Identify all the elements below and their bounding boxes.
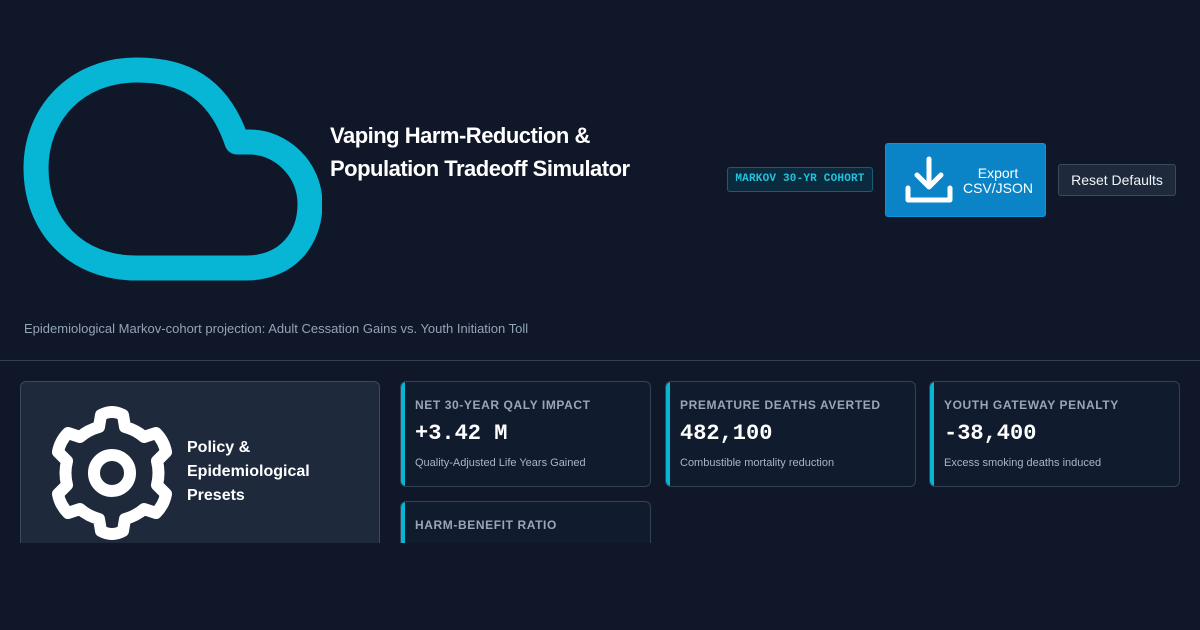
kpi-card-deaths-averted: PREMATURE DEATHS AVERTED 482,100 Combust… [665,381,916,487]
kpi-label: YOUTH GATEWAY PENALTY [944,398,1119,412]
page-title: Vaping Harm-Reduction & Population Trade… [330,123,630,181]
model-badge: MARKOV 30-YR COHORT [727,167,873,192]
kpi-accent-bar [401,502,405,543]
kpi-accent-bar [401,382,405,486]
kpi-value: +3.42 M [415,421,508,446]
kpi-label: HARM-BENEFIT RATIO [415,518,557,532]
kpi-description: Quality-Adjusted Life Years Gained [415,457,586,469]
cloud-icon [23,57,322,281]
kpi-accent-bar [666,382,670,486]
reset-defaults-button[interactable]: Reset Defaults [1058,164,1176,196]
kpi-value: 482,100 [680,421,773,446]
presets-panel-title: Policy & Epidemiological Presets [187,439,310,504]
kpi-accent-bar [930,382,934,486]
page-subtitle: Epidemiological Markov-cohort projection… [24,321,529,336]
kpi-value: -38,400 [944,421,1037,446]
kpi-card-harm-benefit-ratio: HARM-BENEFIT RATIO [400,501,651,543]
gear-icon [52,406,172,540]
presets-panel: Policy & Epidemiological Presets [20,381,380,543]
export-button[interactable]: Export CSV/JSON [885,143,1046,217]
kpi-label: PREMATURE DEATHS AVERTED [680,398,881,412]
download-icon [905,156,953,203]
kpi-description: Combustible mortality reduction [680,457,835,469]
kpi-description: Excess smoking deaths induced [944,457,1102,469]
app-header: Vaping Harm-Reduction & Population Trade… [0,0,1200,361]
kpi-label: NET 30-YEAR QALY IMPACT [415,398,591,412]
export-button-label: Export CSV/JSON [962,165,1033,196]
kpi-card-qaly: NET 30-YEAR QALY IMPACT +3.42 M Quality-… [400,381,651,487]
kpi-card-youth-penalty: YOUTH GATEWAY PENALTY -38,400 Excess smo… [929,381,1180,487]
